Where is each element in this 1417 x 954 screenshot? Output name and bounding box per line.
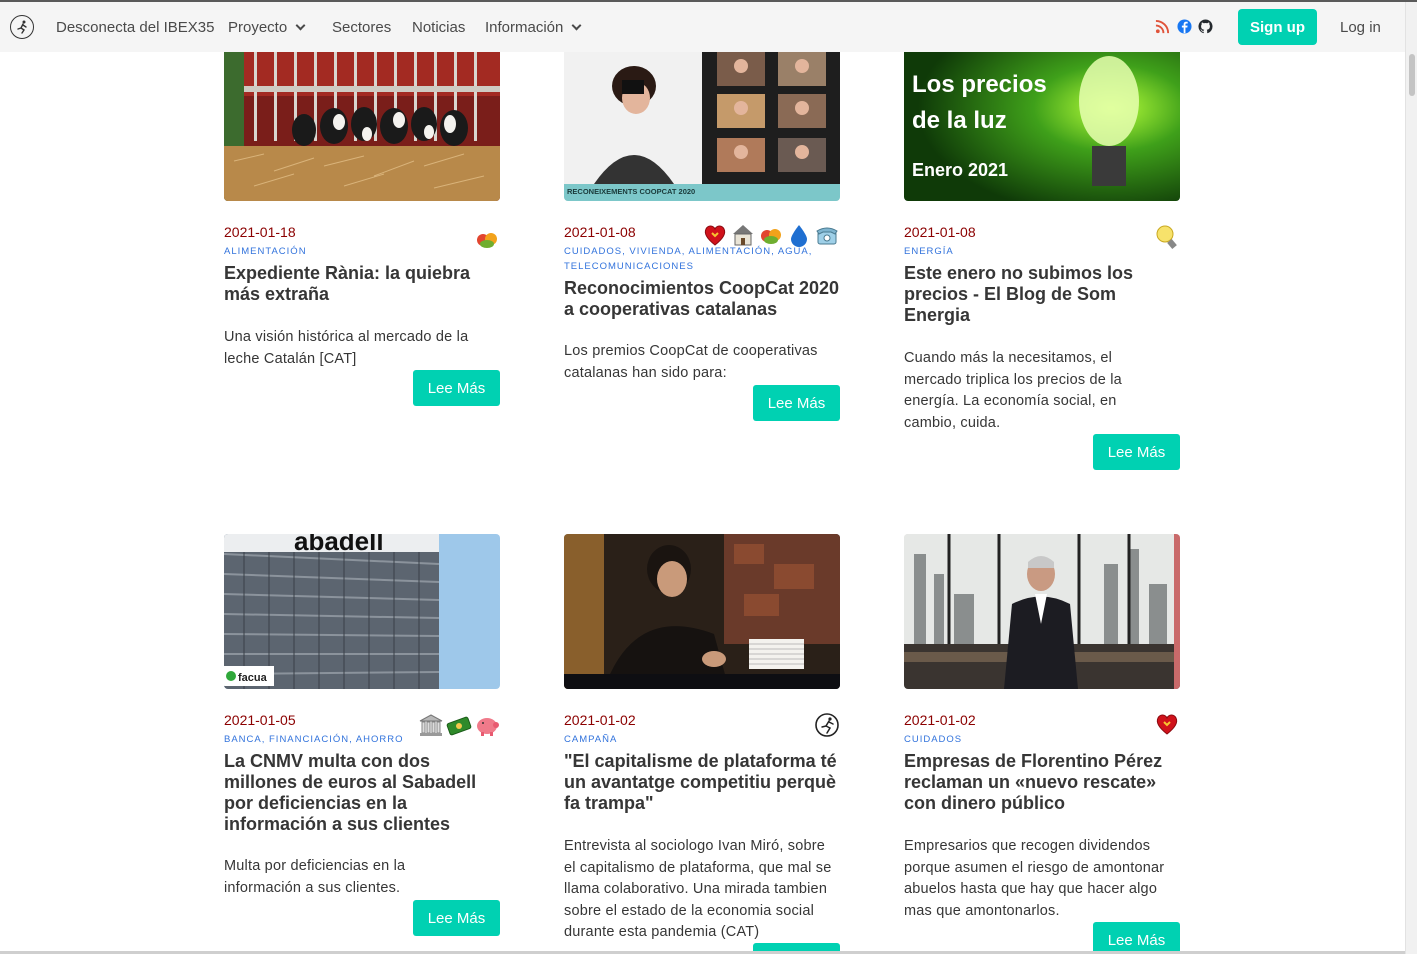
bank-icon[interactable] [418, 712, 444, 738]
article-description: Multa por deficiencias en la información… [224, 858, 406, 896]
article-description: Los premios CoopCat de cooperativas cata… [564, 343, 818, 381]
read-more-button[interactable]: Lee Más [1093, 922, 1180, 954]
sector-icons [1154, 224, 1180, 250]
article-date: 2021-01-18 [224, 224, 296, 240]
article-description: Una visión histórica al mercado de la le… [224, 329, 469, 367]
article-sectors[interactable]: ENERGÍA [904, 244, 954, 259]
read-more-button[interactable]: Lee Más [413, 900, 500, 936]
article-sectors[interactable]: BANCA, FINANCIACIÓN, AHORRO [224, 732, 404, 747]
top-navbar: Desconecta del IBEX35 Proyecto Sectores … [0, 2, 1405, 52]
nav-brand-link[interactable]: Desconecta del IBEX35 [56, 2, 214, 52]
article-title[interactable]: Reconocimientos CoopCat 2020 a cooperati… [564, 278, 840, 320]
article-description: Entrevista al sociologo Ivan Miró, sobre… [564, 838, 832, 940]
article-title[interactable]: Expediente Rània: la quiebra más extraña [224, 263, 500, 305]
interview-image [564, 534, 840, 689]
sector-icons [1154, 711, 1180, 737]
read-more-button[interactable]: Lee Más [753, 385, 840, 421]
article-thumbnail[interactable] [564, 534, 840, 689]
article-sectors[interactable]: ALIMENTACIÓN [224, 244, 307, 259]
thumbnail-text: Los precios [912, 71, 1047, 98]
article-title[interactable]: Este enero no subimos los precios - El B… [904, 263, 1144, 326]
login-link[interactable]: Log in [1340, 2, 1381, 52]
article-thumbnail[interactable] [224, 46, 500, 201]
read-more-button[interactable]: Lee Más [413, 370, 500, 406]
sabadell-building-image: abadell facua [224, 534, 500, 689]
scrollbar-thumb[interactable] [1409, 54, 1415, 96]
article-sectors[interactable]: CAMPAÑA [564, 732, 617, 747]
article-title[interactable]: La CNMV multa con dos millones de euros … [224, 751, 484, 835]
site-logo-icon[interactable] [10, 15, 34, 39]
campaign-logo-icon[interactable] [814, 712, 840, 738]
nav-noticias-link[interactable]: Noticias [412, 2, 465, 52]
article-title[interactable]: "El capitalisme de plataforma té un avan… [564, 751, 840, 814]
thumbnail-text: de la luz [912, 107, 1007, 134]
light-bulb-icon[interactable] [1154, 224, 1180, 250]
telephone-icon[interactable] [814, 222, 840, 248]
facebook-icon[interactable] [1177, 19, 1192, 34]
article-thumbnail[interactable]: abadell facua [224, 534, 500, 689]
money-icon[interactable] [446, 712, 472, 738]
article-date: 2021-01-08 [904, 224, 976, 240]
nav-informacion-dropdown[interactable]: Información [485, 2, 582, 52]
nav-informacion-label: Información [485, 18, 564, 36]
nav-sectores-link[interactable]: Sectores [332, 2, 391, 52]
piggy-bank-icon[interactable] [474, 712, 500, 738]
article-thumbnail[interactable]: Los precios de la luz Enero 2021 [904, 46, 1180, 201]
sector-icons [474, 226, 500, 252]
article-sectors[interactable]: CUIDADOS [904, 732, 962, 747]
heart-icon[interactable] [1154, 711, 1180, 737]
read-more-button[interactable]: Lee Más [1093, 434, 1180, 470]
thumbnail-text: abadell [294, 534, 384, 556]
chevron-down-icon [295, 20, 306, 30]
coopcat-awards-image: RECONEIXEMENTS COOPCAT 2020 [564, 46, 840, 201]
signup-button[interactable]: Sign up [1238, 9, 1317, 45]
rss-icon[interactable] [1155, 19, 1170, 34]
cows-barn-image [224, 46, 500, 201]
thumbnail-text: facua [238, 672, 268, 684]
nav-proyecto-dropdown[interactable]: Proyecto [228, 2, 306, 52]
article-title[interactable]: Empresas de Florentino Pérez reclaman un… [904, 751, 1164, 814]
sector-icons [814, 712, 840, 738]
sector-icons [418, 712, 500, 738]
thumbnail-caption: RECONEIXEMENTS COOPCAT 2020 [567, 187, 695, 196]
article-date: 2021-01-05 [224, 712, 296, 728]
article-description: Cuando más la necesitamos, el mercado tr… [904, 350, 1122, 431]
article-description: Empresarios que recogen dividendos porqu… [904, 838, 1165, 919]
article-thumbnail[interactable]: RECONEIXEMENTS COOPCAT 2020 [564, 46, 840, 201]
electricity-prices-image: Los precios de la luz Enero 2021 [904, 46, 1180, 201]
vertical-scrollbar[interactable] [1405, 2, 1417, 954]
article-date: 2021-01-08 [564, 224, 636, 240]
github-icon[interactable] [1198, 19, 1213, 34]
article-thumbnail[interactable] [904, 534, 1180, 689]
food-icon[interactable] [474, 226, 500, 252]
thumbnail-text: Enero 2021 [912, 160, 1008, 180]
article-date: 2021-01-02 [564, 712, 636, 728]
running-figure-icon [17, 20, 27, 34]
nav-proyecto-label: Proyecto [228, 18, 288, 36]
chevron-down-icon [571, 20, 582, 30]
article-sectors[interactable]: CUIDADOS, VIVIENDA, ALIMENTACIÓN, AGUA, … [564, 244, 814, 274]
article-date: 2021-01-02 [904, 712, 976, 728]
businessman-office-image [904, 534, 1180, 689]
